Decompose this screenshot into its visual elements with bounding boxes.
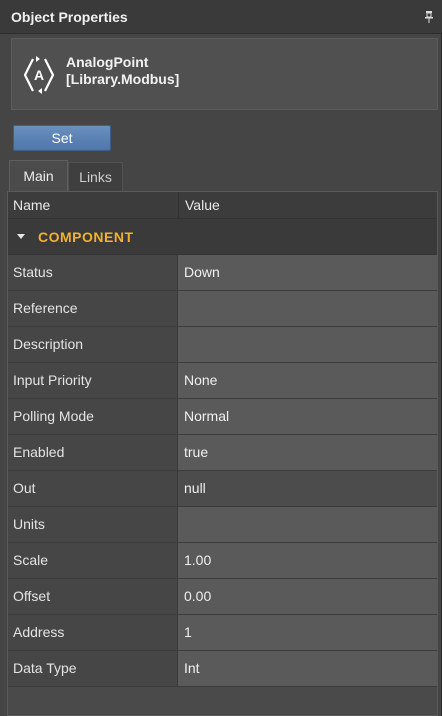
property-value[interactable]: Int — [178, 651, 437, 686]
tab-links[interactable]: Links — [68, 162, 123, 191]
property-row-enabled[interactable]: Enabled true — [8, 435, 437, 471]
property-grid: Name Value COMPONENT Status Down Referen… — [7, 191, 438, 716]
property-value[interactable]: 1.00 — [178, 543, 437, 578]
property-name: Units — [8, 507, 178, 542]
property-row-description[interactable]: Description — [8, 327, 437, 363]
property-name: Input Priority — [8, 363, 178, 398]
property-row-units[interactable]: Units — [8, 507, 437, 543]
property-value[interactable]: Normal — [178, 399, 437, 434]
property-value[interactable] — [178, 291, 437, 326]
property-row-offset[interactable]: Offset 0.00 — [8, 579, 437, 615]
property-name: Data Type — [8, 651, 178, 686]
property-row-scale[interactable]: Scale 1.00 — [8, 543, 437, 579]
property-value: null — [178, 471, 437, 506]
category-component[interactable]: COMPONENT — [8, 219, 437, 255]
object-properties-panel: Object Properties A AnalogPoint [Library… — [0, 0, 442, 716]
property-row-out[interactable]: Out null — [8, 471, 437, 507]
set-button[interactable]: Set — [13, 125, 111, 151]
property-name: Offset — [8, 579, 178, 614]
property-value[interactable]: 0.00 — [178, 579, 437, 614]
grid-header: Name Value — [8, 192, 437, 219]
component-library: [Library.Modbus] — [66, 71, 180, 87]
component-header: A AnalogPoint [Library.Modbus] — [11, 38, 438, 110]
property-row-status[interactable]: Status Down — [8, 255, 437, 291]
column-divider[interactable] — [178, 192, 179, 218]
column-header-name[interactable]: Name — [13, 197, 50, 213]
property-name: Address — [8, 615, 178, 650]
property-row-address[interactable]: Address 1 — [8, 615, 437, 651]
category-label: COMPONENT — [38, 229, 134, 245]
tab-main[interactable]: Main — [9, 160, 68, 191]
pin-icon[interactable] — [424, 11, 434, 23]
property-name: Out — [8, 471, 178, 506]
component-name: AnalogPoint [Library.Modbus] — [66, 54, 179, 88]
property-value[interactable]: Down — [178, 255, 437, 290]
property-value[interactable]: 1 — [178, 615, 437, 650]
property-value[interactable] — [178, 507, 437, 542]
collapse-arrow-icon[interactable] — [17, 234, 25, 240]
property-row-input-priority[interactable]: Input Priority None — [8, 363, 437, 399]
property-name: Scale — [8, 543, 178, 578]
panel-title: Object Properties — [11, 9, 128, 25]
property-value[interactable]: true — [178, 435, 437, 470]
property-name: Reference — [8, 291, 178, 326]
property-row-polling-mode[interactable]: Polling Mode Normal — [8, 399, 437, 435]
property-name: Description — [8, 327, 178, 362]
property-value[interactable]: None — [178, 363, 437, 398]
property-name: Status — [8, 255, 178, 290]
property-value[interactable] — [178, 327, 437, 362]
analog-point-letter: A — [34, 67, 44, 83]
property-row-data-type[interactable]: Data Type Int — [8, 651, 437, 687]
column-header-value[interactable]: Value — [185, 197, 220, 213]
property-name: Enabled — [8, 435, 178, 470]
property-row-reference[interactable]: Reference — [8, 291, 437, 327]
property-name: Polling Mode — [8, 399, 178, 434]
analog-point-icon: A — [23, 56, 55, 94]
panel-titlebar: Object Properties — [0, 0, 442, 34]
component-type: AnalogPoint — [66, 54, 149, 70]
